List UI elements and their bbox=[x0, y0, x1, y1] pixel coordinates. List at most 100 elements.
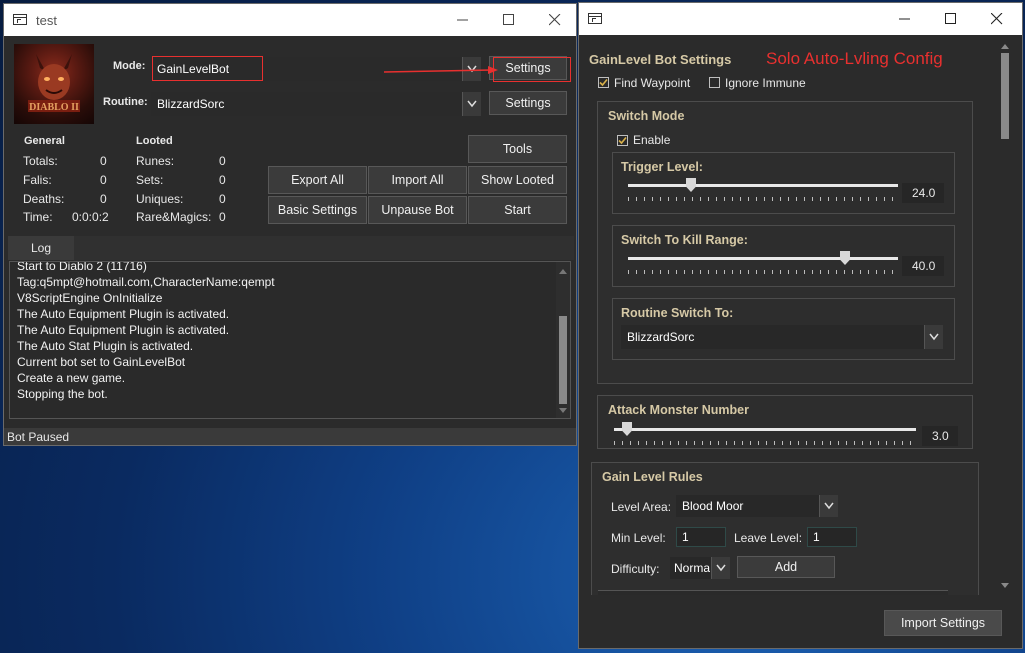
level-area-dropdown-button[interactable] bbox=[819, 495, 838, 517]
main-titlebar[interactable]: test bbox=[4, 4, 576, 36]
rule-list bbox=[598, 590, 948, 595]
gain-level-rules-title: Gain Level Rules bbox=[602, 470, 703, 484]
looted-header: Looted bbox=[136, 135, 173, 147]
basic-settings-button[interactable]: Basic Settings bbox=[268, 196, 367, 224]
looted-value-runes: 0 bbox=[219, 154, 226, 168]
leave-level-input[interactable]: 1 bbox=[807, 527, 857, 547]
close-button[interactable] bbox=[532, 4, 578, 36]
looted-label-rare-magics: Rare&Magics: bbox=[136, 210, 212, 224]
log-tab-strip bbox=[8, 236, 574, 260]
maximize-icon bbox=[503, 14, 514, 25]
find-waypoint-checkbox[interactable] bbox=[598, 77, 609, 88]
trigger-level-ticks bbox=[628, 197, 898, 201]
routine-label: Routine: bbox=[103, 96, 148, 108]
trigger-level-track[interactable] bbox=[628, 184, 898, 187]
close-icon bbox=[549, 14, 561, 26]
routine-select[interactable]: BlizzardSorc bbox=[151, 92, 481, 116]
settings-minimize-button[interactable] bbox=[882, 3, 928, 35]
start-button[interactable]: Start bbox=[468, 196, 567, 224]
attack-monster-title: Attack Monster Number bbox=[608, 403, 749, 417]
switch-mode-title: Switch Mode bbox=[608, 109, 685, 123]
attack-monster-slider-thumb[interactable] bbox=[622, 422, 632, 436]
maximize-button[interactable] bbox=[486, 4, 532, 36]
log-panel: Start to Diablo 2 (11716) Tag:q5mpt@hotm… bbox=[9, 261, 571, 419]
difficulty-dropdown-button[interactable] bbox=[711, 557, 730, 579]
attack-monster-value: 3.0 bbox=[922, 426, 958, 446]
routine-switch-group: Routine Switch To: BlizzardSorc bbox=[612, 298, 955, 360]
enable-checkbox[interactable] bbox=[617, 135, 628, 146]
routine-switch-select[interactable]: BlizzardSorc bbox=[621, 325, 943, 349]
kill-range-slider-thumb[interactable] bbox=[840, 251, 850, 265]
mode-label: Mode: bbox=[113, 60, 146, 72]
mode-highlight-box bbox=[152, 56, 263, 81]
attack-monster-group: Attack Monster Number 3.0 bbox=[597, 395, 973, 449]
chevron-down-icon bbox=[929, 333, 939, 341]
stat-value-deaths: 0 bbox=[100, 192, 107, 206]
status-text: Bot Paused bbox=[7, 430, 70, 444]
routine-value: BlizzardSorc bbox=[157, 97, 225, 111]
tab-log[interactable]: Log bbox=[8, 236, 74, 260]
kill-range-track[interactable] bbox=[628, 257, 898, 260]
enable-label: Enable bbox=[633, 133, 671, 147]
log-line: Stopping the bot. bbox=[17, 387, 108, 401]
level-area-select[interactable]: Blood Moor bbox=[676, 495, 838, 517]
general-header: General bbox=[24, 135, 65, 147]
scroll-down-icon[interactable] bbox=[997, 581, 1013, 591]
show-looted-button[interactable]: Show Looted bbox=[468, 166, 567, 194]
trigger-level-group: Trigger Level: 24.0 bbox=[612, 152, 955, 214]
difficulty-value: Normal bbox=[674, 561, 710, 575]
log-line: The Auto Equipment Plugin is activated. bbox=[17, 307, 230, 321]
stat-label-time: Time: bbox=[23, 210, 53, 224]
log-line: Current bot set to GainLevelBot bbox=[17, 355, 186, 369]
scroll-down-icon[interactable] bbox=[556, 406, 570, 416]
settings-close-button[interactable] bbox=[974, 3, 1020, 35]
export-all-button[interactable]: Export All bbox=[268, 166, 367, 194]
tab-log-label: Log bbox=[30, 241, 52, 255]
scroll-up-icon[interactable] bbox=[997, 41, 1013, 51]
routine-dropdown-button[interactable] bbox=[462, 92, 481, 116]
difficulty-select[interactable]: Normal bbox=[670, 557, 730, 579]
log-line: The Auto Equipment Plugin is activated. bbox=[17, 323, 230, 337]
import-settings-button[interactable]: Import Settings bbox=[884, 610, 1002, 636]
minimize-button[interactable] bbox=[440, 4, 486, 36]
tools-button[interactable]: Tools bbox=[468, 135, 567, 163]
stat-value-time: 0:0:0:2 bbox=[72, 210, 109, 224]
stat-label-falis: Falis: bbox=[23, 173, 52, 187]
trigger-level-slider-thumb[interactable] bbox=[686, 178, 696, 192]
routine-switch-value: BlizzardSorc bbox=[627, 330, 695, 344]
minimize-icon bbox=[899, 18, 910, 20]
kill-range-value: 40.0 bbox=[902, 256, 944, 276]
log-line: Tag:q5mpt@hotmail.com,CharacterName:qemp… bbox=[17, 275, 275, 289]
settings-scroll-thumb[interactable] bbox=[1001, 53, 1009, 139]
routine-settings-button[interactable]: Settings bbox=[489, 91, 567, 115]
add-rule-button[interactable]: Add bbox=[737, 556, 835, 578]
level-area-label: Level Area: bbox=[611, 500, 672, 514]
settings-scroll-area: GainLevel Bot Settings Solo Auto-Lvling … bbox=[579, 35, 1022, 595]
routine-switch-dropdown-button[interactable] bbox=[924, 325, 943, 349]
attack-monster-track[interactable] bbox=[614, 428, 916, 431]
unpause-bot-button[interactable]: Unpause Bot bbox=[368, 196, 467, 224]
kill-range-group: Switch To Kill Range: 40.0 bbox=[612, 225, 955, 287]
log-scrollbar[interactable] bbox=[556, 262, 570, 418]
looted-label-uniques: Uniques: bbox=[136, 192, 184, 206]
chevron-down-icon bbox=[467, 100, 477, 108]
import-all-button[interactable]: Import All bbox=[368, 166, 467, 194]
stat-label-deaths: Deaths: bbox=[23, 192, 65, 206]
ignore-immune-checkbox[interactable] bbox=[709, 77, 720, 88]
switch-mode-group: Switch Mode Enable Trigger Level: 24.0 S… bbox=[597, 101, 973, 384]
minimize-icon bbox=[457, 19, 468, 21]
scroll-up-icon[interactable] bbox=[556, 266, 570, 276]
min-level-input[interactable]: 1 bbox=[676, 527, 726, 547]
min-level-label: Min Level: bbox=[611, 531, 666, 545]
settings-maximize-button[interactable] bbox=[928, 3, 974, 35]
svg-text:DIABLO II: DIABLO II bbox=[29, 102, 79, 113]
settings-scrollbar[interactable] bbox=[997, 37, 1013, 593]
looted-label-runes: Runes: bbox=[136, 154, 175, 168]
main-window-title: test bbox=[36, 13, 57, 28]
stat-value-totals: 0 bbox=[100, 154, 107, 168]
log-scroll-thumb[interactable] bbox=[559, 316, 567, 404]
settings-titlebar[interactable] bbox=[579, 3, 1022, 35]
find-waypoint-label: Find Waypoint bbox=[614, 76, 691, 90]
main-window: test DIABLO II Mode: GainLevelBot Settin… bbox=[3, 3, 577, 446]
maximize-icon bbox=[945, 13, 956, 24]
